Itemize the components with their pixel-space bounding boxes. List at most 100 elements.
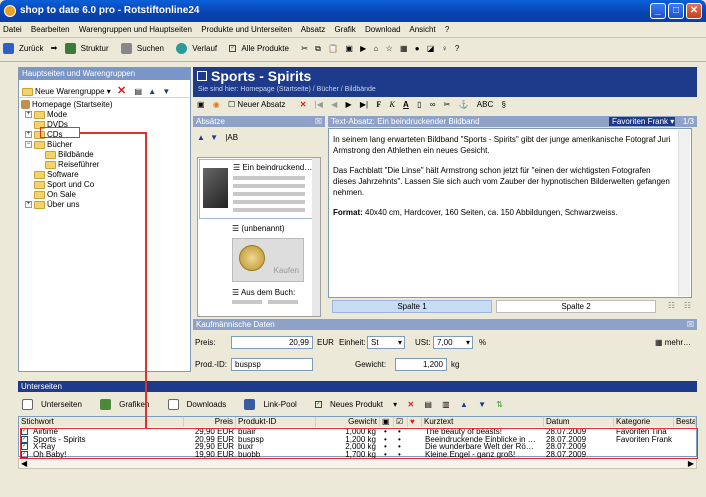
preis-input[interactable]: 20,99 bbox=[231, 336, 313, 349]
link-icon[interactable]: ∞ bbox=[430, 100, 436, 109]
mehr-button[interactable]: ▦ mehr… bbox=[655, 338, 691, 347]
tree-item-bildbaende[interactable]: Bildbände bbox=[21, 150, 190, 160]
paragraph-item-2[interactable]: ☰ (unbenannt) bbox=[232, 224, 285, 233]
spellcheck-icon[interactable]: ABC bbox=[477, 100, 493, 109]
einheit-select[interactable]: St ▾ bbox=[367, 336, 405, 349]
menu-datei[interactable]: Datei bbox=[3, 25, 22, 34]
canvas-scrollbar[interactable] bbox=[312, 158, 320, 316]
col-icon-2[interactable]: ☑ bbox=[394, 417, 408, 427]
col-stichwort[interactable]: Stichwort bbox=[19, 417, 184, 427]
copy-icon[interactable]: ⧉ bbox=[315, 44, 321, 54]
tab-downloads[interactable]: Downloads bbox=[167, 399, 235, 410]
col-kurztext[interactable]: Kurztext bbox=[422, 417, 544, 427]
paste-icon[interactable]: 📋 bbox=[328, 44, 338, 53]
col-preis[interactable]: Preis bbox=[184, 417, 236, 427]
column-layout-alt-icon[interactable]: ☷ bbox=[684, 301, 691, 310]
back-button[interactable]: Zurück ➡ bbox=[3, 43, 57, 54]
verlauf-button[interactable]: Verlauf bbox=[176, 43, 222, 54]
next-icon[interactable]: ▶ bbox=[345, 100, 351, 109]
close-button[interactable]: ✕ bbox=[686, 3, 702, 19]
menu-bearbeiten[interactable]: Bearbeiten bbox=[31, 25, 70, 34]
underline-icon[interactable]: A bbox=[403, 100, 409, 109]
suchen-button[interactable]: Suchen bbox=[120, 43, 169, 54]
struktur-button[interactable]: Struktur bbox=[64, 43, 114, 54]
paragraph-item-3[interactable]: ☰ Aus dem Buch: bbox=[232, 288, 295, 297]
paragraph-item-1[interactable]: ☰ Ein beindruckend… bbox=[199, 159, 313, 219]
down-icon[interactable]: ▼ bbox=[478, 400, 486, 409]
maximize-button[interactable]: □ bbox=[668, 3, 684, 19]
close-icon[interactable]: ☒ bbox=[687, 319, 694, 330]
tree-item-ueber[interactable]: + Über uns bbox=[21, 200, 190, 210]
tree-item-buecher[interactable]: − Bücher bbox=[21, 140, 190, 150]
minimize-button[interactable]: _ bbox=[650, 3, 666, 19]
gewicht-input[interactable]: 1,200 bbox=[395, 358, 447, 371]
tab-grafiken[interactable]: Grafiken bbox=[100, 399, 157, 410]
tree-item-software[interactable]: Software bbox=[21, 170, 190, 180]
new-product-button[interactable]: ✓ Neues Produkt ▾ bbox=[315, 400, 397, 409]
ust-select[interactable]: 7,00 ▾ bbox=[433, 336, 473, 349]
folder-move-icon[interactable]: ▤ bbox=[134, 87, 142, 96]
image-icon[interactable]: ▦ bbox=[400, 44, 408, 53]
info-icon[interactable]: ? bbox=[455, 44, 459, 53]
table-hscrollbar[interactable]: ◀ ▶ bbox=[18, 458, 697, 469]
move-product-icon[interactable]: ▥ bbox=[442, 400, 450, 409]
last-icon[interactable]: ▶| bbox=[360, 100, 368, 109]
move-down-icon[interactable]: ▼ bbox=[162, 87, 170, 96]
alle-produkte-button[interactable]: ✓ Alle Produkte bbox=[229, 44, 294, 53]
text-editor[interactable]: In seinem lang erwarteten Bildband "Spor… bbox=[328, 128, 692, 298]
menu-grafik[interactable]: Grafik bbox=[334, 25, 355, 34]
scroll-right-icon[interactable]: ▶ bbox=[688, 459, 694, 468]
tree-item-sport[interactable]: Sport und Co bbox=[21, 180, 190, 190]
sort-icon[interactable]: ⇅ bbox=[496, 400, 503, 409]
new-group-button[interactable]: Neue Warengruppe ▾ bbox=[22, 87, 111, 96]
menu-produkte[interactable]: Produkte und Unterseiten bbox=[201, 25, 292, 34]
down-icon[interactable]: ▼ bbox=[210, 133, 218, 142]
publish-icon[interactable]: ⌂ bbox=[374, 44, 379, 53]
bold-icon[interactable]: F bbox=[376, 100, 381, 109]
preview-icon[interactable]: ▶ bbox=[360, 44, 366, 53]
anchor-icon[interactable]: ⚓ bbox=[459, 100, 469, 109]
print-preview-icon[interactable]: ◪ bbox=[427, 44, 435, 53]
properties-icon[interactable]: ▣ bbox=[345, 44, 353, 53]
menu-ansicht[interactable]: Ansicht bbox=[409, 25, 435, 34]
scroll-left-icon[interactable]: ◀ bbox=[21, 459, 27, 468]
italic-icon[interactable]: K bbox=[389, 100, 394, 109]
copy-product-icon[interactable]: ▤ bbox=[424, 400, 432, 409]
first-icon[interactable]: |◀ bbox=[315, 100, 323, 109]
color-icon[interactable]: ◉ bbox=[213, 100, 220, 109]
tree-item-reisefuehrer[interactable]: Reiseführer bbox=[21, 160, 190, 170]
menu-download[interactable]: Download bbox=[365, 25, 401, 34]
rename-icon[interactable]: |AB bbox=[225, 133, 238, 142]
col-produkt-id[interactable]: Produkt-ID bbox=[236, 417, 316, 427]
tip-icon[interactable]: ♀ bbox=[442, 44, 448, 53]
col-icon-3[interactable]: ♥ bbox=[408, 417, 422, 427]
col-datum[interactable]: Datum bbox=[544, 417, 614, 427]
tree-item-sale[interactable]: On Sale bbox=[21, 190, 190, 200]
up-icon[interactable]: ▲ bbox=[460, 400, 468, 409]
tree-item-homepage[interactable]: Homepage (Startseite) bbox=[21, 100, 190, 110]
delete-product-icon[interactable]: ✕ bbox=[407, 400, 414, 409]
tab-unterseiten[interactable]: Unterseiten bbox=[22, 399, 90, 410]
menu-warengruppen[interactable]: Warengruppen und Hauptseiten bbox=[79, 25, 192, 34]
favorite-icon[interactable]: ☆ bbox=[386, 44, 393, 53]
tab-spalte-1[interactable]: Spalte 1 bbox=[332, 300, 492, 313]
cut-icon[interactable]: ✂ bbox=[301, 44, 308, 53]
menu-absatz[interactable]: Absatz bbox=[301, 25, 325, 34]
textbox-icon[interactable]: ▯ bbox=[417, 100, 421, 109]
tree-item-mode[interactable]: + Mode bbox=[21, 110, 190, 120]
globe-icon[interactable]: ● bbox=[415, 44, 420, 53]
tab-link-pool[interactable]: Link-Pool bbox=[244, 399, 304, 410]
col-icon-1[interactable]: ▣ bbox=[380, 417, 394, 427]
editor-scrollbar[interactable] bbox=[678, 130, 690, 296]
menu-help[interactable]: ? bbox=[445, 25, 449, 34]
prev-icon[interactable]: ◀ bbox=[331, 100, 337, 109]
page-props-icon[interactable]: ▣ bbox=[197, 100, 205, 109]
move-up-icon[interactable]: ▲ bbox=[148, 87, 156, 96]
tab-spalte-2[interactable]: Spalte 2 bbox=[496, 300, 656, 313]
favorites-select[interactable]: Favoriten Frank ▾ bbox=[609, 117, 675, 126]
product-id-input[interactable]: buspsp bbox=[231, 358, 313, 371]
col-gewicht[interactable]: Gewicht bbox=[316, 417, 380, 427]
col-bestand[interactable]: Bestan bbox=[674, 417, 696, 427]
up-icon[interactable]: ▲ bbox=[197, 133, 205, 142]
col-kategorie[interactable]: Kategorie bbox=[614, 417, 674, 427]
